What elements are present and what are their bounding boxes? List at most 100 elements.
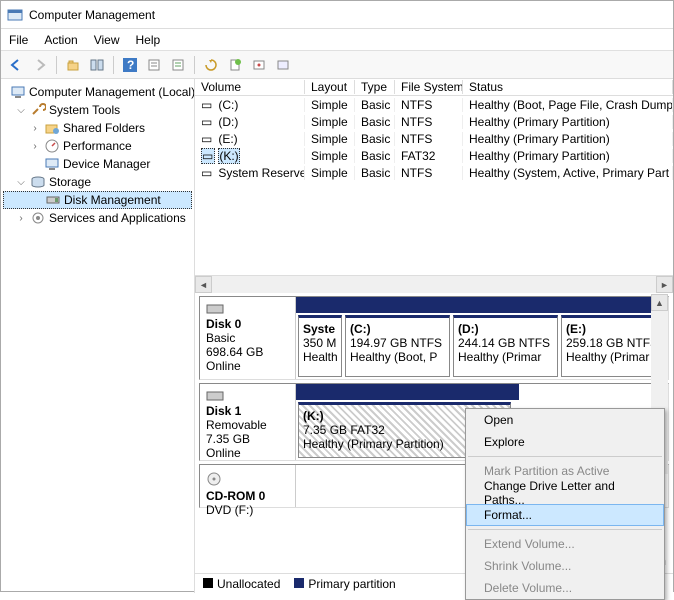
settings-button[interactable] xyxy=(248,54,270,76)
disk-management-icon xyxy=(45,192,61,208)
disk-info[interactable]: CD-ROM 0 DVD (F:) xyxy=(200,465,296,507)
col-volume[interactable]: Volume xyxy=(195,80,305,94)
list-button[interactable] xyxy=(272,54,294,76)
menu-shrink[interactable]: Shrink Volume... xyxy=(466,555,664,577)
computer-icon xyxy=(10,84,26,100)
tree-device-manager[interactable]: Device Manager xyxy=(3,155,192,173)
tree-system-tools[interactable]: ⌵ System Tools xyxy=(3,101,192,119)
tree-storage-label: Storage xyxy=(49,175,91,189)
disk-icon xyxy=(206,390,289,402)
menu-open[interactable]: Open xyxy=(466,409,664,431)
collapse-icon[interactable]: ⌵ xyxy=(15,177,27,188)
menu-format[interactable]: Format... xyxy=(466,504,664,526)
menu-explore[interactable]: Explore xyxy=(466,431,664,453)
tree-shared-folders-label: Shared Folders xyxy=(63,121,145,135)
tree-root-label: Computer Management (Local) xyxy=(29,85,195,99)
volume-row[interactable]: ▭ (E:) Simple Basic NTFS Healthy (Primar… xyxy=(195,130,673,147)
tree-performance[interactable]: › Performance xyxy=(3,137,192,155)
volume-row[interactable]: ▭ (C:) Simple Basic NTFS Healthy (Boot, … xyxy=(195,96,673,113)
tree-shared-folders[interactable]: › Shared Folders xyxy=(3,119,192,137)
tree-performance-label: Performance xyxy=(63,139,132,153)
volume-icon: ▭ xyxy=(201,148,215,164)
col-layout[interactable]: Layout xyxy=(305,80,355,94)
tree-root[interactable]: Computer Management (Local) xyxy=(3,83,192,101)
refresh-button[interactable] xyxy=(200,54,222,76)
scroll-up-icon[interactable]: ▲ xyxy=(651,294,668,311)
menu-action[interactable]: Action xyxy=(44,33,77,47)
app-icon xyxy=(7,7,23,23)
new-button[interactable] xyxy=(224,54,246,76)
menu-help[interactable]: Help xyxy=(136,33,161,47)
tree-storage[interactable]: ⌵ Storage xyxy=(3,173,192,191)
volume-icon: ▭ xyxy=(201,115,215,129)
device-manager-icon xyxy=(44,156,60,172)
volume-row[interactable]: ▭ (D:) Simple Basic NTFS Healthy (Primar… xyxy=(195,113,673,130)
col-fs[interactable]: File System xyxy=(395,80,463,94)
up-button[interactable] xyxy=(62,54,84,76)
context-menu: Open Explore Mark Partition as Active Ch… xyxy=(465,408,665,600)
disk-info[interactable]: Disk 1 Removable 7.35 GB Online xyxy=(200,384,296,460)
help-button[interactable]: ? xyxy=(119,54,141,76)
expand-icon[interactable]: › xyxy=(15,213,27,224)
volume-icon: ▭ xyxy=(201,132,215,146)
cdrom-icon xyxy=(206,471,289,487)
scroll-right-icon[interactable]: ► xyxy=(656,276,673,293)
performance-icon xyxy=(44,138,60,154)
titlebar: Computer Management xyxy=(1,1,673,29)
tree-services-apps[interactable]: › Services and Applications xyxy=(3,209,192,227)
separator xyxy=(56,56,57,74)
legend-primary: Primary partition xyxy=(294,577,395,591)
partition[interactable]: Syste 350 M Health xyxy=(298,315,342,377)
expand-icon[interactable]: › xyxy=(29,141,41,152)
back-button[interactable] xyxy=(5,54,27,76)
menu-extend[interactable]: Extend Volume... xyxy=(466,533,664,555)
menu-delete[interactable]: Delete Volume... xyxy=(466,577,664,599)
volume-icon: ▭ xyxy=(201,98,215,112)
volume-header: Volume Layout Type File System Status xyxy=(195,79,673,96)
props-button[interactable] xyxy=(143,54,165,76)
tools-icon xyxy=(30,102,46,118)
disk-partitions: Syste 350 M Health (C:) 194.97 GB NTFS H… xyxy=(296,297,668,379)
shared-folders-icon xyxy=(44,120,60,136)
volume-row[interactable]: ▭ System Reserved Simple Basic NTFS Heal… xyxy=(195,164,673,181)
volume-list: ▭ (C:) Simple Basic NTFS Healthy (Boot, … xyxy=(195,96,673,276)
partition[interactable]: (D:) 244.14 GB NTFS Healthy (Primar xyxy=(453,315,558,377)
tree-system-tools-label: System Tools xyxy=(49,103,120,117)
services-icon xyxy=(30,210,46,226)
menu-change-letter[interactable]: Change Drive Letter and Paths... xyxy=(466,482,664,504)
volume-icon: ▭ xyxy=(201,166,215,180)
menu-separator xyxy=(468,529,662,530)
col-status[interactable]: Status xyxy=(463,80,673,94)
window-title: Computer Management xyxy=(29,8,155,22)
tree-services-apps-label: Services and Applications xyxy=(49,211,186,225)
expand-icon[interactable]: › xyxy=(29,123,41,134)
scroll-left-icon[interactable]: ◄ xyxy=(195,276,212,293)
menu-separator xyxy=(468,456,662,457)
disk-row: Disk 0 Basic 698.64 GB Online Syste 350 … xyxy=(199,296,669,380)
separator xyxy=(113,56,114,74)
menubar: File Action View Help xyxy=(1,29,673,51)
disk-icon xyxy=(206,303,289,315)
parts-bar xyxy=(296,384,519,400)
partition[interactable]: (C:) 194.97 GB NTFS Healthy (Boot, P xyxy=(345,315,450,377)
separator xyxy=(194,56,195,74)
menu-view[interactable]: View xyxy=(94,33,120,47)
toolbar: ? xyxy=(1,51,673,79)
disk-info[interactable]: Disk 0 Basic 698.64 GB Online xyxy=(200,297,296,379)
col-type[interactable]: Type xyxy=(355,80,395,94)
h-scrollbar[interactable]: ◄ ► xyxy=(195,276,673,293)
tree-pane: Computer Management (Local) ⌵ System Too… xyxy=(1,79,195,593)
show-hide-button[interactable] xyxy=(86,54,108,76)
collapse-icon[interactable]: ⌵ xyxy=(15,105,27,116)
storage-icon xyxy=(30,174,46,190)
svg-text:?: ? xyxy=(127,58,134,72)
menu-file[interactable]: File xyxy=(9,33,28,47)
volume-row[interactable]: ▭ (K:) Simple Basic FAT32 Healthy (Prima… xyxy=(195,147,673,164)
forward-button[interactable] xyxy=(29,54,51,76)
tree-disk-management-label: Disk Management xyxy=(64,193,161,207)
parts-bar xyxy=(296,297,668,313)
legend-unallocated: Unallocated xyxy=(203,577,280,591)
tree-device-manager-label: Device Manager xyxy=(63,157,150,171)
action-button[interactable] xyxy=(167,54,189,76)
tree-disk-management[interactable]: Disk Management xyxy=(3,191,192,209)
